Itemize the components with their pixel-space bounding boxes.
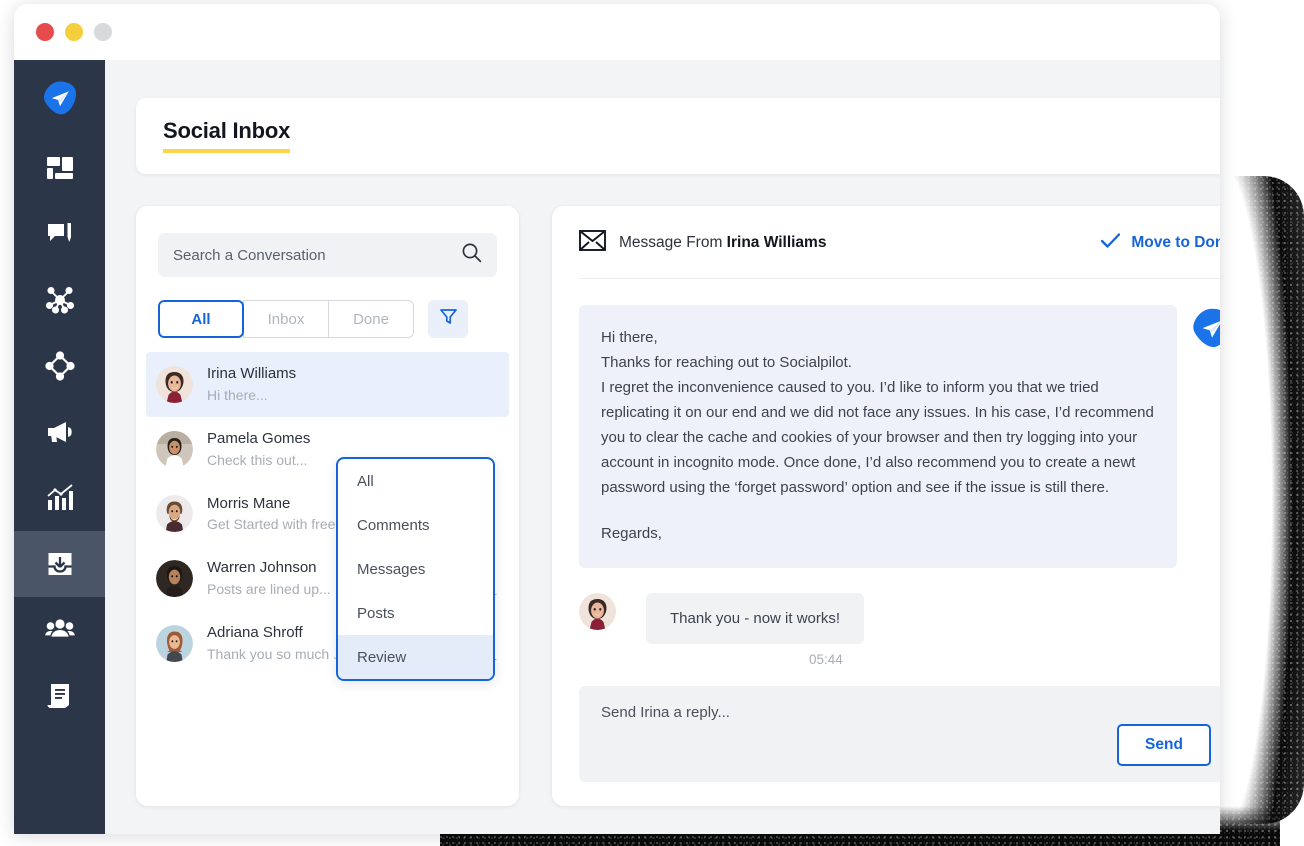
incoming-message-row: Hi there, Thanks for reaching out to Soc… bbox=[579, 305, 1220, 568]
incoming-message-bubble: Hi there, Thanks for reaching out to Soc… bbox=[579, 305, 1177, 568]
sidebar-item-network[interactable] bbox=[14, 267, 105, 333]
avatar bbox=[156, 625, 193, 662]
sidebar-item-analytics[interactable] bbox=[14, 465, 105, 531]
page-title: Social Inbox bbox=[163, 119, 290, 153]
message-header: Message From Irina Williams Move to Done bbox=[579, 230, 1220, 279]
sidebar-item-reports[interactable] bbox=[14, 663, 105, 729]
filter-funnel-icon bbox=[439, 307, 458, 331]
filter-option-posts[interactable]: Posts bbox=[338, 591, 493, 635]
reply-input[interactable]: Send Irina a reply... bbox=[601, 704, 1211, 721]
reply-composer[interactable]: Send Irina a reply... Send bbox=[579, 686, 1220, 782]
search-conversation-box[interactable] bbox=[158, 233, 497, 277]
message-line-thanks: Thanks for reaching out to Socialpilot. bbox=[601, 350, 1154, 375]
send-button[interactable]: Send bbox=[1117, 724, 1211, 766]
conversation-name: Pamela Gomes bbox=[207, 428, 489, 450]
compose-post-icon bbox=[46, 220, 74, 248]
share-network-icon bbox=[46, 286, 74, 314]
avatar bbox=[156, 560, 193, 597]
filter-option-review[interactable]: Review bbox=[338, 635, 493, 679]
app-root: Social Inbox bbox=[0, 0, 1304, 846]
browser-window: Social Inbox bbox=[14, 4, 1220, 834]
conversation-text: Irina Williams Hi there... bbox=[207, 363, 489, 406]
message-from-prefix: Message From bbox=[619, 234, 727, 251]
document-report-icon bbox=[46, 682, 74, 710]
reply-message-row: Thank you - now it works! bbox=[579, 593, 1220, 644]
filter-tabs-row: All Inbox Done bbox=[158, 300, 497, 338]
check-icon bbox=[1101, 233, 1120, 253]
conversations-panel: All Inbox Done bbox=[136, 206, 519, 806]
window-titlebar bbox=[14, 4, 1220, 60]
tab-done[interactable]: Done bbox=[328, 300, 414, 338]
main-canvas: Social Inbox bbox=[105, 60, 1220, 834]
dashboard-grid-icon bbox=[46, 154, 74, 182]
bar-chart-analytics-icon bbox=[46, 484, 74, 512]
avatar bbox=[156, 495, 193, 532]
move-to-done-button[interactable]: Move to Done bbox=[1101, 233, 1220, 253]
sidebar-item-team[interactable] bbox=[14, 597, 105, 663]
conversation-preview: Hi there... bbox=[207, 385, 489, 406]
sidebar-item-logo[interactable] bbox=[14, 65, 105, 131]
conversation-item-irina-williams[interactable]: Irina Williams Hi there... bbox=[146, 352, 509, 417]
reply-bubble: Thank you - now it works! bbox=[646, 593, 864, 644]
message-line-greeting: Hi there, bbox=[601, 325, 1154, 350]
avatar bbox=[156, 366, 193, 403]
avatar bbox=[579, 593, 616, 630]
team-people-icon bbox=[45, 615, 75, 645]
filter-option-messages[interactable]: Messages bbox=[338, 547, 493, 591]
filter-dropdown-menu: All Comments Messages Posts Review bbox=[336, 457, 495, 681]
message-panel: Message From Irina Williams Move to Done bbox=[552, 206, 1220, 806]
rotate-diamond-icon bbox=[45, 351, 75, 381]
sidebar-item-campaigns[interactable] bbox=[14, 399, 105, 465]
window-drop-shadow-right bbox=[1218, 176, 1304, 824]
filter-option-comments[interactable]: Comments bbox=[338, 503, 493, 547]
filter-option-all[interactable]: All bbox=[338, 459, 493, 503]
search-input[interactable] bbox=[173, 247, 461, 264]
reply-timestamp: 05:44 bbox=[809, 652, 1220, 667]
move-to-done-label: Move to Done bbox=[1131, 234, 1220, 252]
inbox-download-icon bbox=[46, 550, 74, 578]
tab-inbox[interactable]: Inbox bbox=[243, 300, 329, 338]
message-header-title: Message From Irina Williams bbox=[619, 234, 826, 252]
envelope-icon bbox=[579, 230, 606, 256]
sidebar-item-social-inbox[interactable] bbox=[14, 531, 105, 597]
minimize-window-button[interactable] bbox=[65, 23, 83, 41]
tab-all[interactable]: All bbox=[158, 300, 244, 338]
avatar bbox=[156, 431, 193, 468]
sidebar-item-dashboard[interactable] bbox=[14, 135, 105, 201]
status-tabs: All Inbox Done bbox=[158, 300, 414, 338]
megaphone-icon bbox=[45, 417, 75, 447]
page-header: Social Inbox bbox=[136, 98, 1220, 174]
sidebar-item-discovery[interactable] bbox=[14, 333, 105, 399]
message-signoff: Regards, bbox=[601, 521, 1154, 546]
paper-plane-logo-icon bbox=[1191, 307, 1220, 349]
sidebar-item-posts[interactable] bbox=[14, 201, 105, 267]
paper-plane-logo-icon bbox=[42, 80, 78, 116]
filter-button[interactable] bbox=[428, 300, 468, 338]
message-line-body: I regret the inconvenience caused to you… bbox=[601, 375, 1154, 500]
conversation-name: Irina Williams bbox=[207, 363, 489, 385]
close-window-button[interactable] bbox=[36, 23, 54, 41]
window-body: Social Inbox bbox=[14, 60, 1220, 834]
message-spacer bbox=[601, 500, 1154, 521]
maximize-window-button[interactable] bbox=[94, 23, 112, 41]
message-sender-name: Irina Williams bbox=[727, 234, 827, 251]
sidebar-nav bbox=[14, 60, 105, 834]
content-columns: All Inbox Done bbox=[136, 206, 1220, 806]
search-icon[interactable] bbox=[461, 242, 482, 268]
